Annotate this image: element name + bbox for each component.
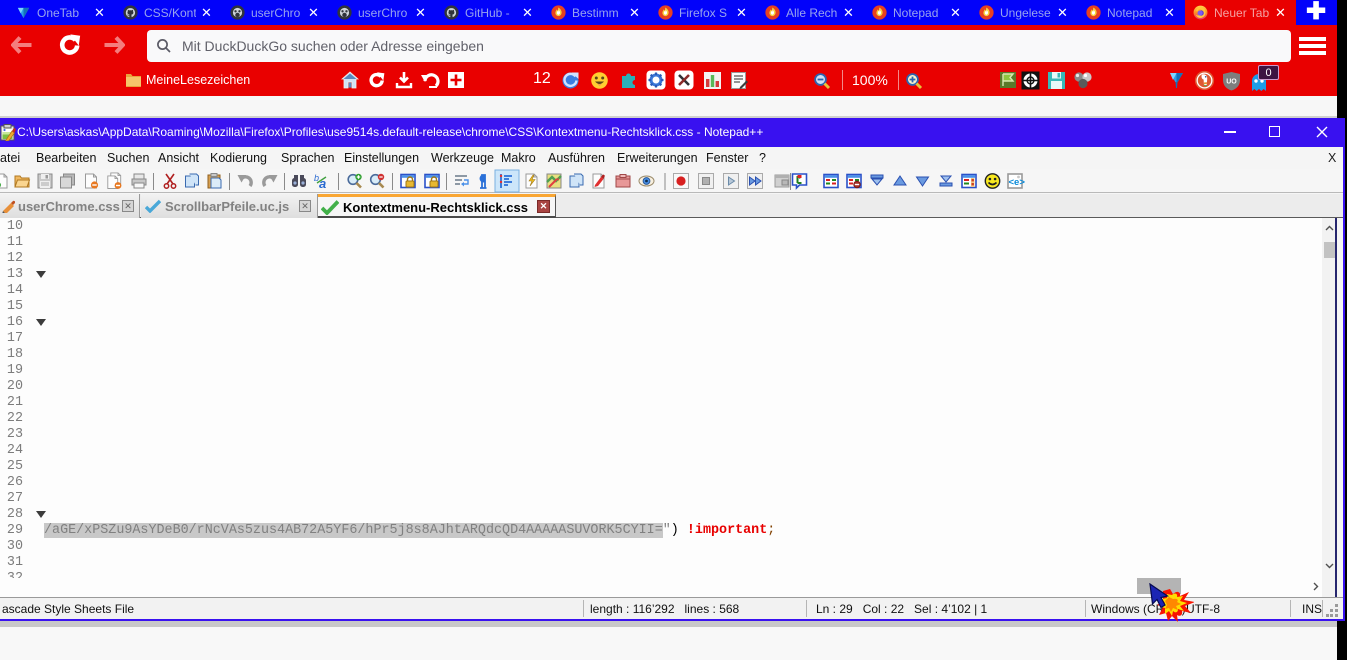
- svg-text:<e>: <e>: [1009, 177, 1026, 188]
- svg-text:UO: UO: [1226, 79, 1237, 86]
